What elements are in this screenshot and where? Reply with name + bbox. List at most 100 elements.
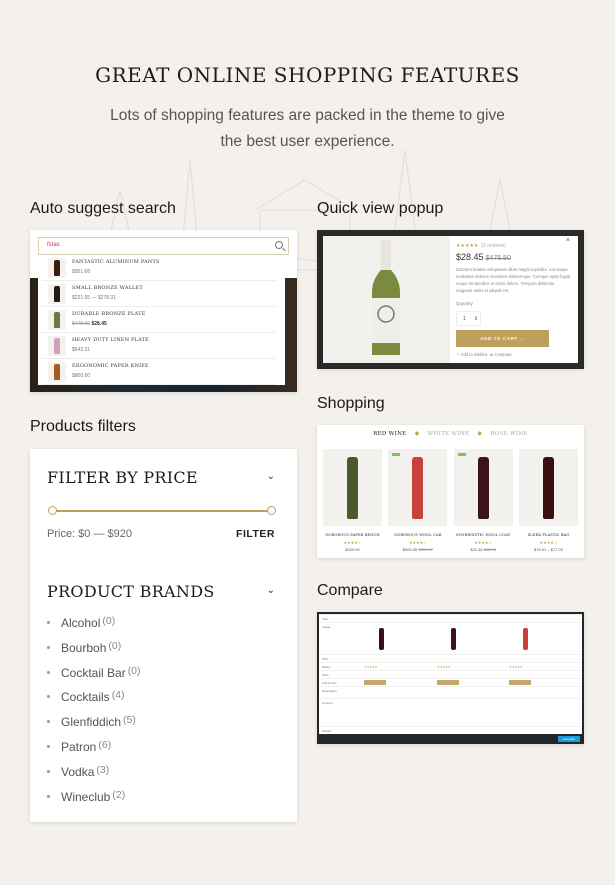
wine-bottle-image xyxy=(347,457,358,519)
row-label: Content xyxy=(322,701,333,705)
brand-name: Glenfiddich xyxy=(61,715,122,730)
price-slider[interactable] xyxy=(48,506,276,515)
add-to-wishlist-link[interactable]: ♡ Add to wishlist xyxy=(456,352,487,357)
suggestion-name: ERGONOMIC PAPER KNIFE xyxy=(72,363,149,369)
compare-label: Compare xyxy=(317,582,383,599)
suggestion-name: SMALL BRONZE WALLET xyxy=(72,285,143,291)
product-image[interactable] xyxy=(388,449,448,526)
sale-badge xyxy=(457,453,466,456)
product-price: $329.00 xyxy=(345,547,360,552)
suggestion-name: FANTASTIC ALUMINUM PANTS xyxy=(72,259,160,265)
price-min-handle[interactable] xyxy=(48,506,57,515)
rating-stars: ★★★★☆ xyxy=(343,540,362,545)
compare-row: Price xyxy=(319,670,582,677)
add-to-cart-button[interactable] xyxy=(364,680,386,685)
add-to-cart-button[interactable] xyxy=(509,680,531,685)
product-card[interactable]: SYNERGISTIC WOOL COAT ★★★★☆ $22.46 $46.58 xyxy=(453,449,513,553)
brand-item[interactable]: Glenfiddich (5) xyxy=(47,714,141,739)
suggestion-item[interactable]: SMALL BRONZE WALLET $221.65 — $278.31 xyxy=(42,281,277,307)
product-card[interactable]: SLEEK PLASTIC BAG ★★★★☆ $76.01 – $77.00 xyxy=(518,449,578,553)
hero-subtitle: Lots of shopping features are packed in … xyxy=(110,107,505,150)
compare-row: Title xyxy=(319,614,582,621)
search-icon[interactable] xyxy=(275,241,283,249)
compare-row: Add to cart xyxy=(319,678,582,685)
search-input[interactable]: fstas xyxy=(38,237,289,255)
compare-row: Content xyxy=(319,698,582,705)
bottle-icon xyxy=(54,338,60,354)
add-to-cart-button[interactable] xyxy=(437,680,459,685)
divider-ornament-icon: ◆ xyxy=(414,430,420,437)
quantity-stepper[interactable]: 1 ⇕ xyxy=(456,311,481,326)
product-card[interactable]: GORGEOUS WOOL CAR ★★★★☆ $600.36 $890.07 xyxy=(388,449,448,553)
product-name[interactable]: SYNERGISTIC WOOL COAT xyxy=(454,532,513,537)
rating-stars: ★★★★★ (1 reviews) xyxy=(456,243,506,249)
product-thumbnail xyxy=(48,336,66,356)
suggestion-item[interactable]: FANTASTIC ALUMINUM PANTS $951.68 xyxy=(42,255,277,281)
quick-view-label: Quick view popup xyxy=(317,200,444,217)
old-price: $46.58 xyxy=(483,547,496,552)
add-to-cart-button[interactable]: ADD TO CART → xyxy=(456,330,549,347)
brand-name: Cocktails xyxy=(61,690,110,705)
filter-by-price-title: FILTER BY PRICE xyxy=(47,468,198,487)
product-name[interactable]: GORGEOUS WOOL CAR xyxy=(388,532,447,537)
brand-item[interactable]: Wineclub (2) xyxy=(47,789,141,814)
compare-table: Title Image SKU Rating ★★★★★ ★★★★★ ★★★★★ Price A… xyxy=(319,614,582,734)
compare-button[interactable]: Compare xyxy=(558,736,580,742)
tab-red-wine[interactable]: RED WINE xyxy=(373,431,406,437)
brand-item[interactable]: Cocktail Bar (0) xyxy=(47,665,141,690)
close-icon[interactable]: × xyxy=(566,237,570,244)
product-grid: GORGEOUS PAPER BENCH ★★★★☆ $329.00 GORGEOU… xyxy=(323,449,578,553)
product-card[interactable]: GORGEOUS PAPER BENCH ★★★★☆ $329.00 xyxy=(323,449,382,553)
brand-count: (5) xyxy=(123,714,136,727)
shopping-label: Shopping xyxy=(317,395,385,412)
brand-item[interactable]: Alcohol (0) xyxy=(47,615,141,640)
rating-stars: ★★★★★ xyxy=(437,665,451,669)
wine-bottle-image xyxy=(542,457,554,519)
product-name[interactable]: SLEEK PLASTIC BAG xyxy=(519,532,578,537)
product-thumbnail xyxy=(48,258,66,278)
brand-item[interactable]: Vodka (3) xyxy=(47,764,141,789)
sale-price: $28.45 xyxy=(91,321,107,327)
brand-name: Wineclub xyxy=(61,789,111,804)
filters-label: Products filters xyxy=(30,418,136,435)
brand-item[interactable]: Patron (6) xyxy=(47,739,141,764)
compare-preview: Title Image SKU Rating ★★★★★ ★★★★★ ★★★★★ Price A… xyxy=(317,612,584,744)
compare-row: Weight xyxy=(319,726,582,733)
old-price: $475.60 xyxy=(72,321,91,327)
product-image[interactable] xyxy=(453,449,513,526)
brand-count: (0) xyxy=(127,664,141,677)
tab-rose-wine[interactable]: ROSE WINE xyxy=(490,431,528,437)
suggestion-item[interactable]: HEAVY DUTY LINEN PLATE $642.31 xyxy=(42,333,277,359)
suggestion-item[interactable]: ERGONOMIC PAPER KNIFE $800.60 xyxy=(42,359,277,385)
brand-item[interactable]: Cocktails (4) xyxy=(47,689,141,714)
suggestion-item[interactable]: DURABLE BRONZE PLATE $475.60 $28.45 xyxy=(42,307,277,333)
product-image[interactable] xyxy=(323,449,382,526)
tab-white-wine[interactable]: WHITE WINE xyxy=(428,431,470,437)
product-price: $22.46 $46.58 xyxy=(470,547,496,552)
brand-count: (0) xyxy=(102,615,116,627)
hero-title: GREAT ONLINE SHOPPING FEATURES xyxy=(95,63,520,87)
product-image[interactable] xyxy=(518,449,578,526)
brand-name: Alcohol xyxy=(61,616,101,630)
wine-bottle-image xyxy=(451,628,456,650)
compare-link[interactable]: ⇄ Compare xyxy=(490,352,512,357)
suggestion-price: $475.60 $28.45 xyxy=(72,321,107,327)
rating-stars: ★★★★☆ xyxy=(408,540,427,545)
wine-bottle-image xyxy=(412,457,424,519)
product-price: $28.45 $475.50 xyxy=(456,252,511,262)
chevron-down-icon[interactable]: ⌄ xyxy=(267,585,275,596)
filter-button[interactable]: FILTER xyxy=(236,528,275,540)
brand-item[interactable]: Bourboh (0) xyxy=(47,640,141,665)
compare-row: Image xyxy=(319,622,582,629)
price-max-handle[interactable] xyxy=(267,506,276,515)
suggestion-price: $951.68 xyxy=(72,269,91,275)
quick-view-modal: × ★★★★★ (1 reviews) $28.45 $475.50 Dolorem… xyxy=(323,236,578,363)
old-price: $475.50 xyxy=(485,255,511,262)
brand-count: (0) xyxy=(108,639,122,652)
product-name[interactable]: GORGEOUS PAPER BENCH xyxy=(323,532,382,537)
row-label: Rating xyxy=(322,665,331,669)
wine-bottle-image xyxy=(379,628,384,650)
compare-row: Description xyxy=(319,686,582,693)
chevron-down-icon[interactable]: ⌄ xyxy=(267,471,275,482)
row-label: Description xyxy=(322,689,338,693)
